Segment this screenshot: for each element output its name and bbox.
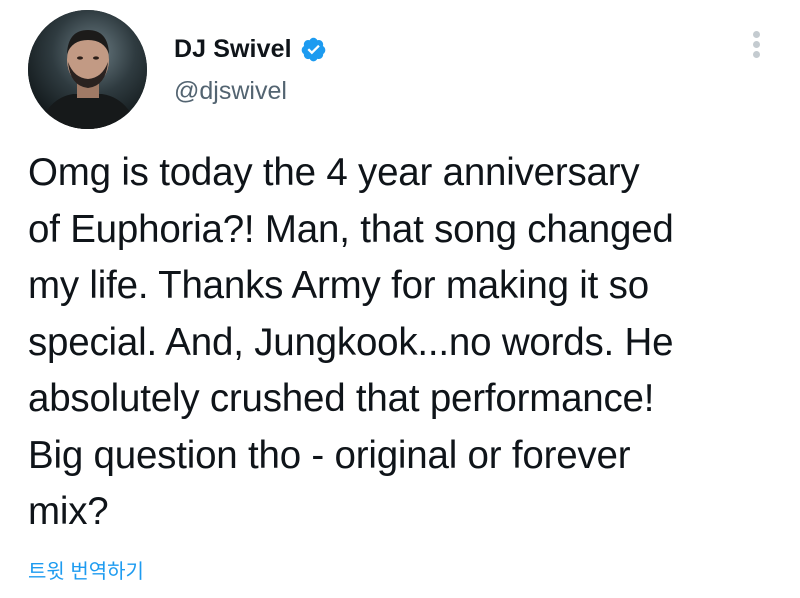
author-handle[interactable]: @djswivel — [174, 77, 287, 106]
tweet-text-line: Big question tho - original or forever — [28, 433, 631, 477]
tweet-text-line: absolutely crushed that performance! — [28, 377, 655, 420]
author-name-row[interactable]: DJ Swivel — [174, 32, 327, 66]
tweet-text-line: mix? — [28, 490, 109, 533]
avatar[interactable] — [28, 10, 147, 129]
tweet-card: DJ Swivel @djswivel Omg is today the 4 y… — [0, 0, 800, 598]
tweet-text-line: Omg is today the 4 year anniversary — [28, 151, 640, 194]
translate-tweet-link[interactable]: 트윗 번역하기 — [28, 555, 144, 584]
tweet-text-line: of Euphoria?! Man, that song changed — [28, 207, 674, 251]
author-display-name[interactable]: DJ Swivel — [174, 35, 292, 64]
tweet-text: Omg is today the 4 year anniversary of E… — [28, 145, 788, 541]
more-options-icon[interactable] — [745, 28, 767, 64]
tweet-text-line: special. And, Jungkook...no words. He — [28, 320, 674, 364]
tweet-text-line: my life. Thanks Army for making it so — [28, 264, 649, 307]
verified-badge-icon — [300, 36, 327, 63]
